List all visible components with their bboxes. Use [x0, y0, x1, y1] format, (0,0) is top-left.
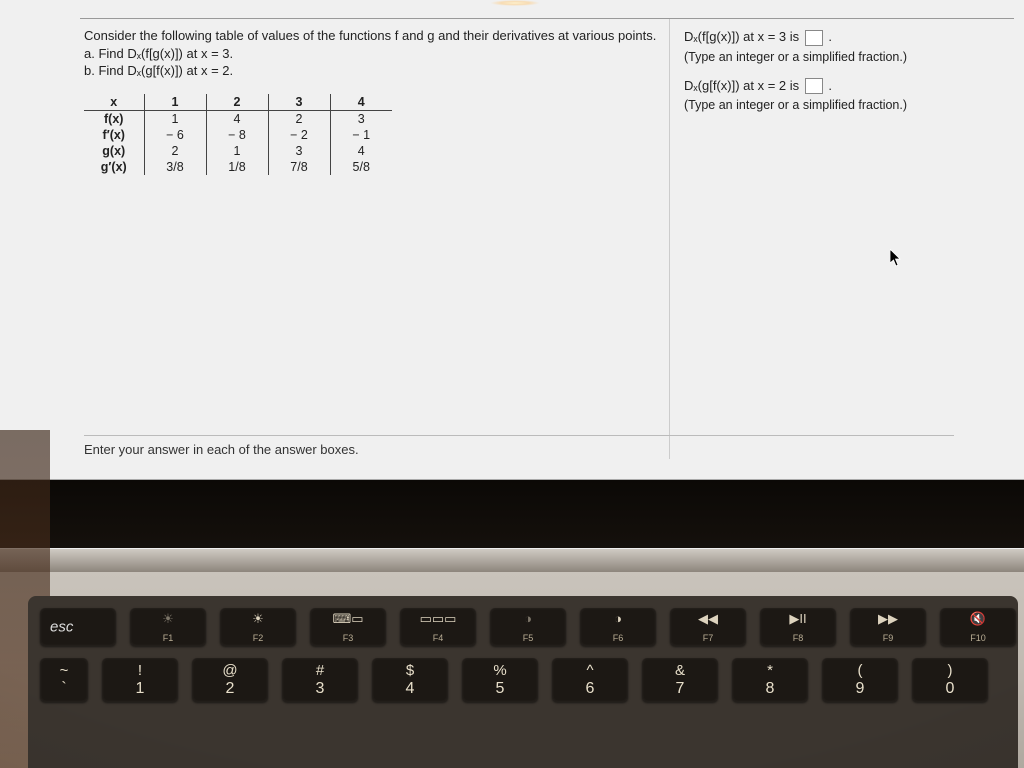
keyboard-fn-row: esc ☀F1 ☀F2 ⌨▭F3 ▭▭▭F4 ◑F5 ◑F6 ◀◀F7 ▶IIF… [40, 608, 1006, 646]
cell: 5/8 [330, 159, 392, 175]
problem-intro: Consider the following table of values o… [84, 27, 659, 45]
key-f2: ☀F2 [220, 608, 296, 646]
key-f10: 🔇F10 [940, 608, 1016, 646]
keyboard: esc ☀F1 ☀F2 ⌨▭F3 ▭▭▭F4 ◑F5 ◑F6 ◀◀F7 ▶IIF… [28, 596, 1018, 768]
cell: 3/8 [144, 159, 206, 175]
cell: 2 [144, 143, 206, 159]
cell: − 8 [206, 127, 268, 143]
cell: 4 [206, 110, 268, 127]
question-panel: Consider the following table of values o… [80, 18, 1014, 459]
key-5: %5 [462, 658, 538, 702]
keyboard-number-row: ~` !1 @2 #3 $4 %5 ^6 &7 *8 (9 )0 [40, 658, 1006, 702]
th-1: 1 [144, 94, 206, 111]
key-6: ^6 [552, 658, 628, 702]
camera-glare [490, 0, 540, 6]
cell: 7/8 [268, 159, 330, 175]
cell: − 2 [268, 127, 330, 143]
answer2-pre: Dₓ(g[f(x)]) at x = 2 is [684, 78, 803, 93]
key-0: )0 [912, 658, 988, 702]
answer1-post: . [828, 29, 832, 44]
key-f5: ◑F5 [490, 608, 566, 646]
table-row: g′(x) 3/8 1/8 7/8 5/8 [84, 159, 392, 175]
row-label: g′(x) [84, 159, 144, 175]
th-4: 4 [330, 94, 392, 111]
cell: 4 [330, 143, 392, 159]
mouse-cursor-icon [890, 249, 902, 267]
problem-statement: Consider the following table of values o… [84, 27, 659, 80]
problem-part-b: b. Find Dₓ(g[f(x)]) at x = 2. [84, 62, 659, 80]
key-esc: esc [40, 608, 116, 646]
cell: 2 [268, 110, 330, 127]
key-f8: ▶IIF8 [760, 608, 836, 646]
key-7: &7 [642, 658, 718, 702]
answer-right-column: Dₓ(f[g(x)]) at x = 3 is . (Type an integ… [670, 19, 1014, 459]
key-f1: ☀F1 [130, 608, 206, 646]
table-row: g(x) 2 1 3 4 [84, 143, 392, 159]
cell: 1/8 [206, 159, 268, 175]
laptop-hinge [0, 548, 1024, 572]
answer2-hint: (Type an integer or a simplified fractio… [684, 98, 1008, 112]
cell: 3 [330, 110, 392, 127]
key-9: (9 [822, 658, 898, 702]
answer-line-2: Dₓ(g[f(x)]) at x = 2 is . [684, 76, 1008, 96]
row-label: f′(x) [84, 127, 144, 143]
answer-line-1: Dₓ(f[g(x)]) at x = 3 is . [684, 27, 1008, 47]
question-left-column: Consider the following table of values o… [80, 19, 670, 459]
key-tilde: ~` [40, 658, 88, 702]
key-2: @2 [192, 658, 268, 702]
cell: 1 [144, 110, 206, 127]
key-f6: ◑F6 [580, 608, 656, 646]
answer2-input[interactable] [805, 78, 823, 94]
key-8: *8 [732, 658, 808, 702]
table-row: f(x) 1 4 2 3 [84, 110, 392, 127]
key-f7: ◀◀F7 [670, 608, 746, 646]
screen-area: Consider the following table of values o… [0, 0, 1024, 480]
key-3: #3 [282, 658, 358, 702]
th-3: 3 [268, 94, 330, 111]
problem-part-a: a. Find Dₓ(f[g(x)]) at x = 3. [84, 45, 659, 63]
answer1-input[interactable] [805, 30, 823, 46]
key-f3: ⌨▭F3 [310, 608, 386, 646]
answer2-post: . [828, 78, 832, 93]
row-label: f(x) [84, 110, 144, 127]
answer1-hint: (Type an integer or a simplified fractio… [684, 50, 1008, 64]
cell: 1 [206, 143, 268, 159]
key-4: $4 [372, 658, 448, 702]
row-label: g(x) [84, 143, 144, 159]
cell: − 6 [144, 127, 206, 143]
answer1-pre: Dₓ(f[g(x)]) at x = 3 is [684, 29, 803, 44]
th-2: 2 [206, 94, 268, 111]
key-f9: ▶▶F9 [850, 608, 926, 646]
table-row: f′(x) − 6 − 8 − 2 − 1 [84, 127, 392, 143]
cell: − 1 [330, 127, 392, 143]
values-table: x 1 2 3 4 f(x) 1 4 2 3 f′(x) − 6 − 8 [84, 94, 392, 175]
laptop-bezel [0, 480, 1024, 550]
key-1: !1 [102, 658, 178, 702]
cell: 3 [268, 143, 330, 159]
key-f4: ▭▭▭F4 [400, 608, 476, 646]
table-header-row: x 1 2 3 4 [84, 94, 392, 111]
th-x: x [84, 94, 144, 111]
